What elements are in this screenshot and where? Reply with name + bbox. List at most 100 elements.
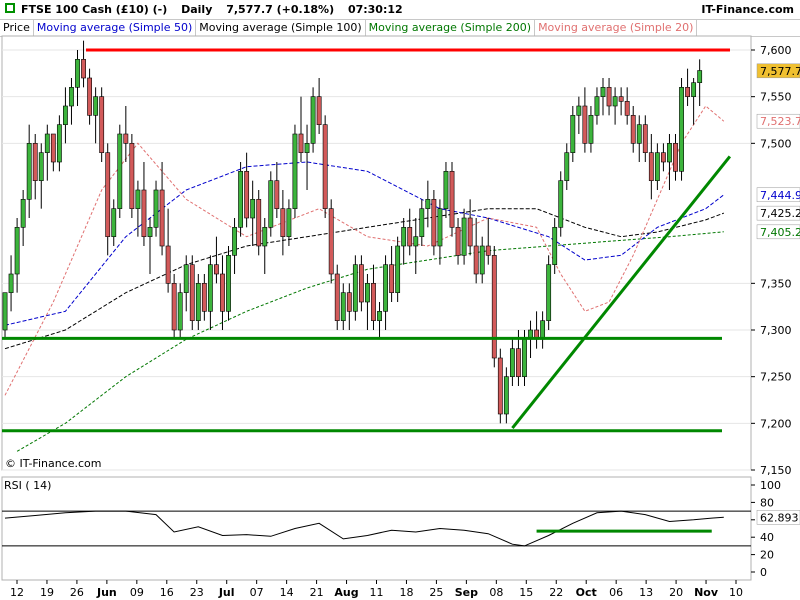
x-tick-label: Jul bbox=[218, 586, 235, 599]
candle-body bbox=[630, 115, 636, 144]
candle-body bbox=[220, 273, 225, 312]
candle-body bbox=[425, 199, 431, 209]
price-chart[interactable]: 7,600 7,550 7,500 7,350 7,300 7,250 7,200 7,150… bbox=[0, 0, 800, 600]
candle-body bbox=[558, 180, 564, 228]
candle-body bbox=[334, 273, 340, 321]
candle-body bbox=[654, 152, 660, 181]
candle-body bbox=[322, 124, 328, 209]
candle-body bbox=[618, 96, 624, 102]
candle-body bbox=[201, 283, 207, 312]
candle-body bbox=[63, 105, 68, 125]
x-tick-label: 14 bbox=[280, 586, 294, 599]
candle-body bbox=[123, 133, 129, 144]
price-tick-label: 7,250 bbox=[760, 371, 792, 384]
candle-body bbox=[461, 217, 467, 256]
candle-body bbox=[352, 264, 358, 312]
candle-body bbox=[522, 339, 527, 377]
candle-body bbox=[395, 245, 401, 293]
candle-body bbox=[32, 143, 38, 181]
candle-body bbox=[87, 77, 92, 116]
candle-body bbox=[310, 96, 316, 144]
candle-body bbox=[679, 87, 684, 172]
candle-body bbox=[516, 348, 521, 377]
candle-body bbox=[171, 283, 177, 331]
x-tick-label: 12 bbox=[10, 586, 24, 599]
candle-body bbox=[576, 105, 582, 116]
rsi-tick-label: 100 bbox=[760, 479, 781, 492]
price-pane bbox=[1, 35, 752, 471]
last-value-label: 7,444.9 bbox=[760, 189, 800, 202]
candle-body bbox=[207, 264, 213, 312]
candle-body bbox=[189, 264, 195, 321]
candle-body bbox=[81, 59, 86, 79]
candle-body bbox=[546, 264, 552, 321]
candle-body bbox=[250, 199, 256, 219]
candle-body bbox=[564, 152, 570, 181]
candle-body bbox=[642, 124, 648, 153]
candle-body bbox=[328, 208, 334, 275]
x-tick-label: 15 bbox=[519, 586, 533, 599]
price-tick-label: 7,200 bbox=[760, 417, 792, 430]
candle-body bbox=[697, 70, 703, 83]
x-tick-label: 10 bbox=[729, 586, 743, 599]
candle-body bbox=[401, 227, 407, 247]
candle-body bbox=[298, 133, 304, 153]
candle-body bbox=[26, 143, 32, 200]
candle-body bbox=[153, 189, 159, 228]
candle-body bbox=[612, 96, 618, 107]
candle-body bbox=[636, 124, 642, 144]
price-tick-label: 7,150 bbox=[760, 464, 792, 477]
x-tick-label: 16 bbox=[160, 586, 174, 599]
candle-body bbox=[286, 208, 292, 237]
candle-body bbox=[358, 264, 364, 303]
candle-body bbox=[377, 311, 382, 321]
x-tick-label: 07 bbox=[250, 586, 264, 599]
candle-body bbox=[673, 143, 678, 172]
candle-body bbox=[509, 348, 515, 377]
x-tick-label: 19 bbox=[40, 586, 54, 599]
rsi-tick-label: 80 bbox=[760, 496, 774, 509]
candle-body bbox=[111, 208, 117, 237]
x-tick-label: 18 bbox=[399, 586, 413, 599]
rsi-last-label: 62.893 bbox=[760, 511, 799, 524]
x-tick-label: 22 bbox=[549, 586, 563, 599]
candle-body bbox=[389, 264, 395, 293]
candle-body bbox=[304, 143, 310, 153]
candle-body bbox=[50, 133, 56, 163]
candle-body bbox=[117, 133, 123, 209]
candle-body bbox=[407, 227, 413, 247]
candle-body bbox=[485, 245, 491, 256]
x-tick-label: 21 bbox=[310, 586, 324, 599]
candle-body bbox=[594, 96, 600, 116]
candle-body bbox=[159, 189, 165, 247]
x-tick-label: 20 bbox=[669, 586, 683, 599]
candle-body bbox=[582, 105, 588, 144]
candle-body bbox=[38, 152, 44, 181]
candle-body bbox=[449, 171, 455, 228]
rsi-tick-label: 0 bbox=[760, 566, 767, 579]
candle-body bbox=[479, 245, 485, 275]
candle-body bbox=[455, 227, 461, 256]
candle-body bbox=[371, 283, 376, 321]
candle-body bbox=[346, 292, 352, 312]
candle-body bbox=[147, 227, 153, 237]
candle-body bbox=[661, 152, 666, 163]
candle-body bbox=[93, 96, 99, 116]
candle-body bbox=[365, 283, 370, 303]
candle-body bbox=[141, 189, 147, 237]
candle-body bbox=[165, 245, 171, 284]
candle-body bbox=[437, 208, 443, 247]
x-tick-label: 26 bbox=[70, 586, 84, 599]
candle-body bbox=[340, 292, 346, 321]
candle-body bbox=[540, 320, 546, 340]
candle-body bbox=[129, 143, 135, 209]
candle-body bbox=[552, 227, 558, 265]
candle-body bbox=[431, 199, 437, 247]
candle-body bbox=[419, 208, 425, 237]
candle-body bbox=[383, 264, 388, 312]
candle-body bbox=[99, 96, 105, 153]
x-tick-label: 25 bbox=[429, 586, 443, 599]
candle-body bbox=[316, 96, 322, 125]
candle-body bbox=[292, 133, 298, 209]
candle-body bbox=[648, 152, 654, 181]
